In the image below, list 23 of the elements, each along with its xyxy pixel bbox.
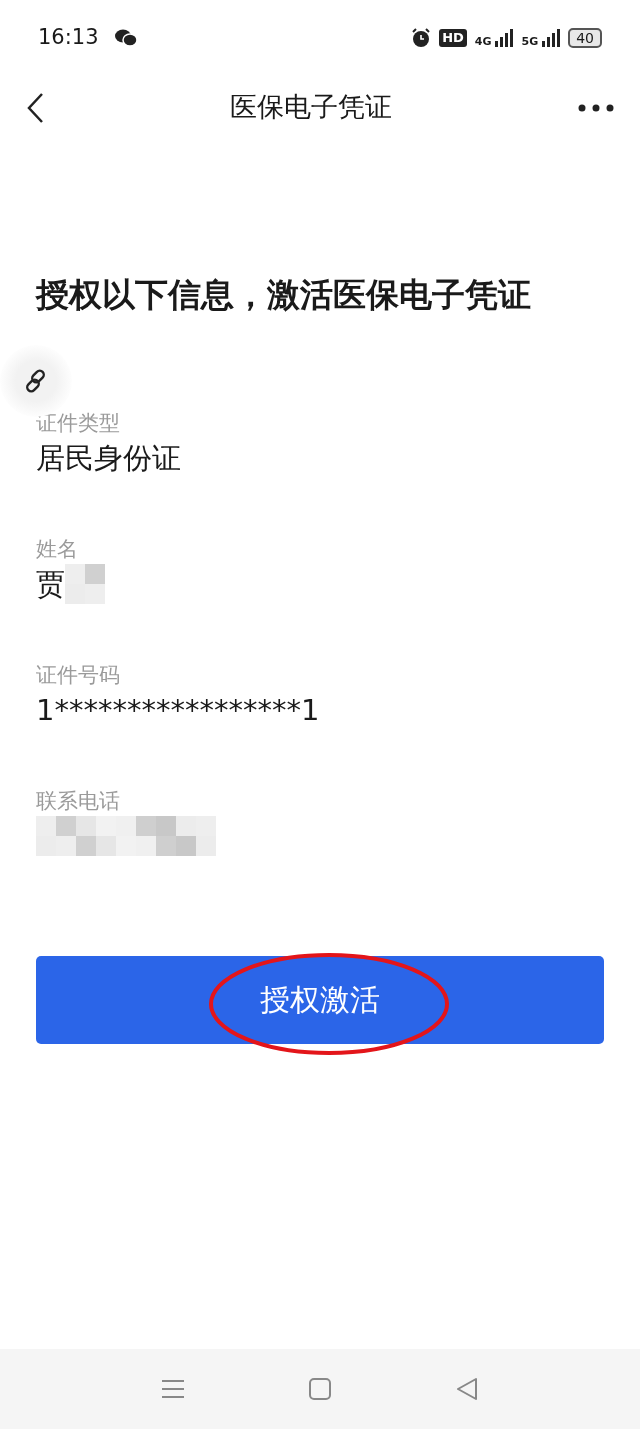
page-title: 医保电子凭证 (230, 90, 392, 125)
home-icon[interactable] (309, 1378, 331, 1400)
chat-app-icon (114, 28, 137, 47)
signal-icon (495, 28, 514, 47)
field-value: 1*****************1 (36, 691, 320, 729)
alarm-icon (411, 27, 432, 48)
network-label: 4G (474, 35, 492, 47)
field-label: 联系电话 (36, 787, 121, 815)
back-nav-icon[interactable] (456, 1378, 478, 1400)
field-label: 姓名 (36, 535, 79, 563)
page-heading: 授权以下信息，激活医保电子凭证 (36, 274, 532, 316)
field-value: 居民身份证 (36, 439, 181, 477)
field-label: 证件号码 (36, 661, 121, 689)
hd-badge: HD (439, 28, 467, 47)
status-time: 16:13 (38, 23, 99, 51)
menu-icon[interactable] (162, 1379, 184, 1399)
authorize-button[interactable]: 授权激活 (36, 955, 604, 1044)
network-label: 5G (521, 35, 539, 47)
signal-icon (542, 28, 561, 47)
more-icon[interactable] (578, 103, 614, 112)
battery-level: 40 (568, 27, 602, 48)
back-icon[interactable] (26, 91, 44, 124)
field-value: 贾 (36, 565, 65, 603)
